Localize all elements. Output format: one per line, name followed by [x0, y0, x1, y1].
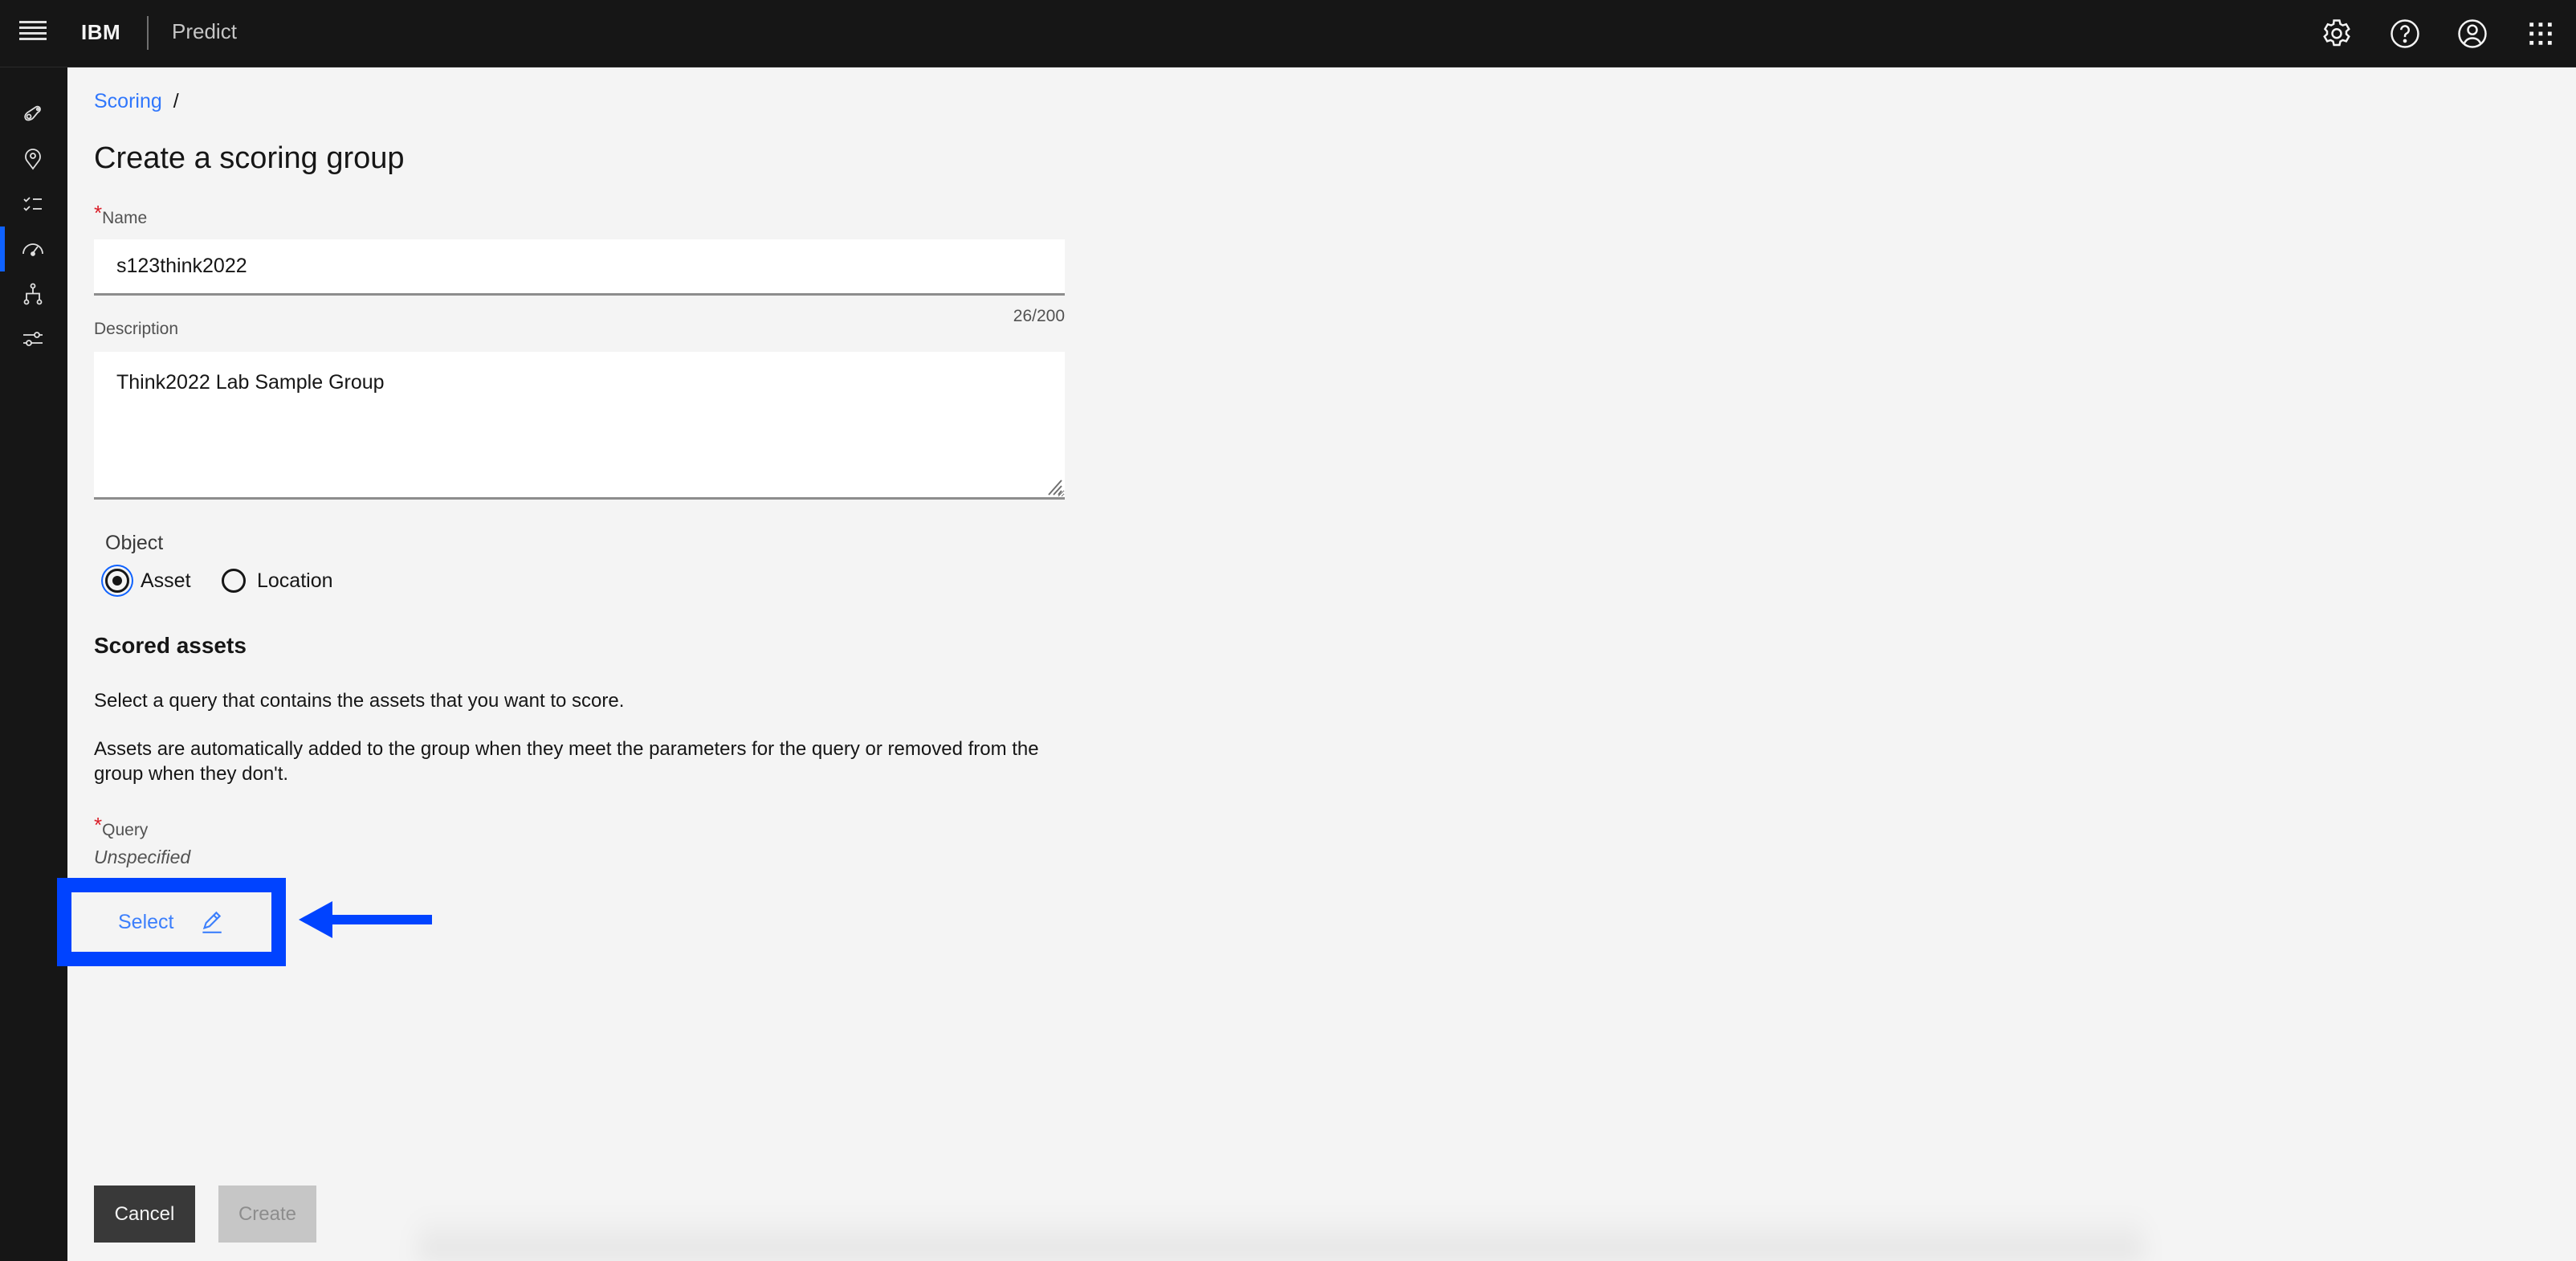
required-indicator: * [94, 201, 103, 225]
brand-name[interactable]: IBM [81, 20, 120, 45]
sliders-icon [23, 332, 43, 346]
create-button[interactable]: Create [218, 1186, 316, 1243]
sidenav-item-hierarchy[interactable] [0, 271, 67, 316]
breadcrumb-scoring-link[interactable]: Scoring [94, 90, 162, 112]
settings-icon[interactable] [2319, 16, 2354, 51]
help-icon[interactable] [2387, 16, 2423, 51]
breadcrumb-separator: / [173, 90, 179, 112]
sidenav-item-scoring[interactable] [0, 226, 67, 271]
app-switcher-icon[interactable] [2523, 16, 2558, 51]
radio-location[interactable]: Location [222, 565, 333, 596]
name-char-counter: 26/200 [1013, 307, 1065, 325]
resize-handle-icon[interactable] [1042, 474, 1063, 496]
scored-assets-help-2: Assets are automatically added to the gr… [94, 738, 1039, 785]
description-label: Description [94, 320, 179, 338]
footer-shadow [418, 1213, 2144, 1261]
radio-asset[interactable]: Asset [105, 565, 191, 596]
radio-checked-icon[interactable] [105, 569, 129, 593]
header-divider [147, 16, 149, 50]
side-nav [0, 67, 67, 1261]
description-textarea[interactable]: Think2022 Lab Sample Group [94, 352, 1065, 500]
object-label: Object [105, 532, 164, 554]
name-label: *Name [94, 201, 148, 229]
query-value: Unspecified [94, 847, 191, 867]
hierarchy-icon [23, 283, 43, 305]
product-name[interactable]: Predict [172, 19, 237, 44]
sidenav-item-locations[interactable] [0, 137, 67, 182]
location-icon [25, 149, 41, 170]
select-query-button[interactable]: Select [81, 892, 262, 952]
select-query-label: Select [118, 910, 174, 933]
cancel-button[interactable]: Cancel [94, 1186, 195, 1243]
required-indicator: * [94, 813, 103, 837]
sidenav-item-assets[interactable] [0, 92, 67, 137]
radio-location-label: Location [257, 569, 333, 592]
user-profile-icon[interactable] [2455, 16, 2490, 51]
sidenav-item-checklist[interactable] [0, 182, 67, 226]
page-title: Create a scoring group [94, 141, 405, 175]
query-label-text: Query [102, 821, 149, 839]
radio-asset-label: Asset [141, 569, 191, 592]
menu-icon[interactable] [19, 21, 47, 47]
radio-unchecked-icon[interactable] [222, 569, 246, 593]
name-label-text: Name [102, 209, 148, 227]
scored-assets-help-1: Select a query that contains the assets … [94, 690, 625, 712]
checklist-icon [23, 197, 42, 211]
query-label: *Query [94, 813, 149, 841]
top-header: IBM Predict [0, 0, 2576, 67]
sidenav-item-settings[interactable] [0, 316, 67, 361]
edit-pencil-icon [202, 911, 222, 933]
asset-icon [24, 105, 41, 121]
breadcrumb: Scoring / [94, 90, 179, 113]
name-input[interactable] [94, 239, 1065, 296]
annotation-left-arrow-icon [299, 901, 432, 938]
gauge-icon [22, 243, 43, 256]
scored-assets-heading: Scored assets [94, 633, 247, 658]
